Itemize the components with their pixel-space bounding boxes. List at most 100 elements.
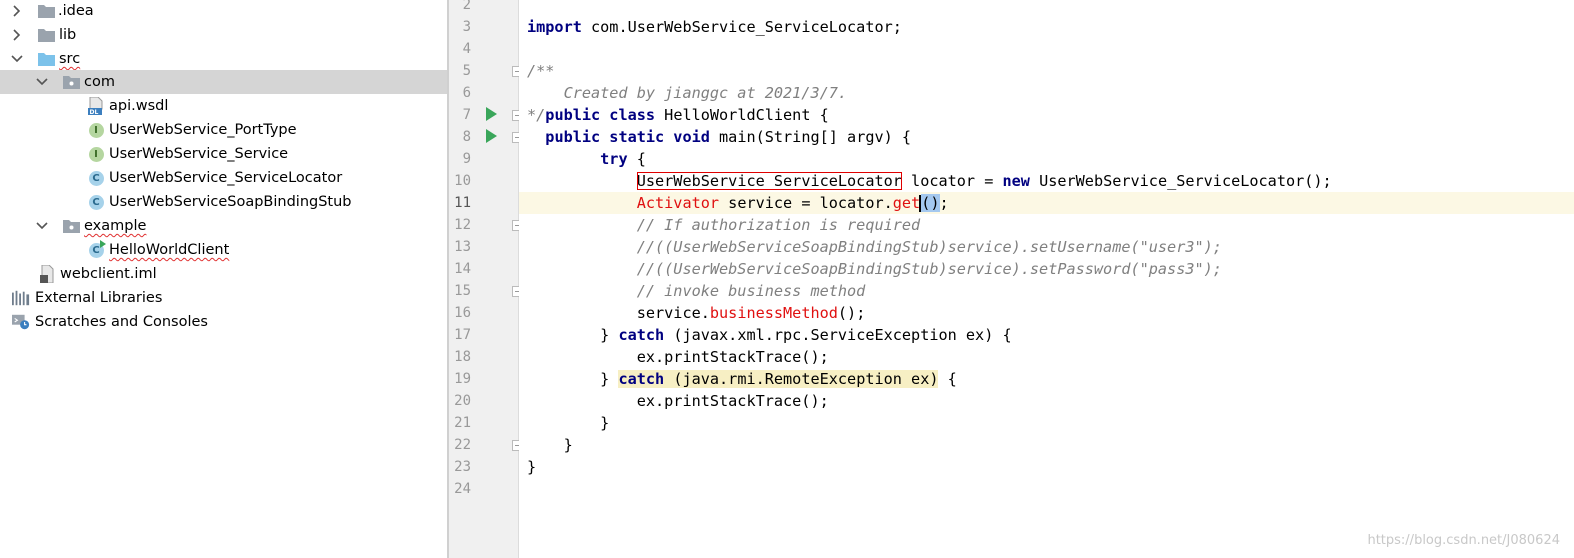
code-line-current[interactable]: Activator service = locator.get();: [519, 192, 1574, 214]
line-number[interactable]: 2: [449, 0, 471, 16]
tree-item-lib[interactable]: lib: [0, 23, 447, 47]
tree-label: com: [84, 74, 115, 90]
code-line[interactable]: service.businessMethod();: [527, 302, 1574, 324]
tree-item-com[interactable]: com: [0, 70, 447, 94]
code-comment: //((UserWebServiceSoapBindingStub)servic…: [527, 238, 1222, 256]
svg-text:DL: DL: [90, 109, 99, 115]
tree-item-api-wsdl[interactable]: DL api.wsdl: [0, 94, 447, 118]
watermark: https://blog.csdn.net/J080624: [1367, 533, 1560, 548]
line-number[interactable]: 21: [449, 412, 471, 434]
code-line[interactable]: import com.UserWebService_ServiceLocator…: [527, 16, 1574, 38]
run-class-icon[interactable]: [485, 106, 497, 121]
line-number[interactable]: 20: [449, 390, 471, 412]
tree-item-src[interactable]: src: [0, 47, 447, 71]
tree-label: idea: [62, 3, 94, 19]
libraries-icon: [12, 289, 30, 307]
tree-item-scratches[interactable]: Scratches and Consoles: [0, 310, 447, 334]
code-text: main(String[] argv) {: [709, 128, 912, 146]
code-line[interactable]: // invoke business method: [527, 280, 1574, 302]
line-number[interactable]: 22: [449, 434, 471, 456]
code-text: }: [600, 326, 619, 344]
line-number[interactable]: 17: [449, 324, 471, 346]
line-number[interactable]: 15: [449, 280, 471, 302]
code-line[interactable]: } catch (java.rmi.RemoteException ex) {: [527, 368, 1574, 390]
code-line[interactable]: // If authorization is required: [527, 214, 1574, 236]
code-line[interactable]: }: [527, 456, 1574, 478]
chevron-right-icon[interactable]: [11, 29, 23, 41]
line-number[interactable]: 12: [449, 214, 471, 236]
code-line[interactable]: /**: [527, 60, 1574, 82]
code-keyword: try: [600, 150, 628, 168]
tree-label: Scratches and Consoles: [35, 314, 208, 330]
line-number[interactable]: 3: [449, 16, 471, 38]
line-number[interactable]: 16: [449, 302, 471, 324]
tree-item-servicelocator[interactable]: C UserWebService_ServiceLocator: [0, 166, 447, 190]
line-number[interactable]: 7: [449, 104, 471, 126]
tree-item-service[interactable]: I UserWebService_Service: [0, 142, 447, 166]
tree-item-webclient-iml[interactable]: webclient.iml: [0, 262, 447, 286]
code-text: service = locator.: [719, 194, 893, 212]
code-line[interactable]: Created by jianggc at 2021/3/7.: [527, 82, 1574, 104]
line-number[interactable]: 24: [449, 478, 471, 500]
line-number[interactable]: 10: [449, 170, 471, 192]
folder-icon: [37, 2, 55, 20]
tree-item-external-libraries[interactable]: External Libraries: [0, 286, 447, 310]
tree-item-example[interactable]: example: [0, 214, 447, 238]
line-number[interactable]: 6: [449, 82, 471, 104]
matched-parens: (): [921, 194, 940, 212]
line-number[interactable]: 8: [449, 126, 471, 148]
code-line[interactable]: //((UserWebServiceSoapBindingStub)servic…: [527, 236, 1574, 258]
chevron-down-icon[interactable]: [11, 53, 23, 65]
tree-item-helloworldclient[interactable]: C HelloWorldClient: [0, 238, 447, 262]
code-line[interactable]: UserWebService_ServiceLocator locator = …: [527, 170, 1574, 192]
code-comment: // invoke business method: [527, 282, 866, 300]
line-number[interactable]: 4: [449, 38, 471, 60]
tree-label: UserWebService_Service: [109, 146, 289, 162]
tree-label: UserWebServiceSoapBindingStub: [109, 194, 352, 210]
line-number[interactable]: 19: [449, 368, 471, 390]
chevron-right-icon[interactable]: [11, 5, 23, 17]
code-line[interactable]: try {: [527, 148, 1574, 170]
code-editor[interactable]: import com.UserWebService_ServiceLocator…: [519, 0, 1574, 558]
code-line[interactable]: */public class HelloWorldClient {: [527, 104, 1574, 126]
tree-item-portype[interactable]: I UserWebService_PortType: [0, 118, 447, 142]
line-number[interactable]: 23: [449, 456, 471, 478]
line-number[interactable]: 9: [449, 148, 471, 170]
line-number[interactable]: 13: [449, 236, 471, 258]
code-line[interactable]: ex.printStackTrace();: [527, 390, 1574, 412]
code-line[interactable]: } catch (javax.xml.rpc.ServiceException …: [527, 324, 1574, 346]
code-text: ;: [939, 194, 949, 212]
run-main-icon[interactable]: [485, 128, 497, 143]
chevron-down-icon[interactable]: [36, 76, 48, 88]
line-number[interactable]: 11: [449, 192, 471, 214]
code-line[interactable]: public static void main(String[] argv) {: [527, 126, 1574, 148]
code-line[interactable]: //((UserWebServiceSoapBindingStub)servic…: [527, 258, 1574, 280]
code-line[interactable]: }: [527, 412, 1574, 434]
code-text: }: [527, 414, 610, 432]
unresolved-type: Activator: [636, 194, 720, 212]
line-number[interactable]: 5: [449, 60, 471, 82]
runnable-class-icon: C: [87, 239, 106, 259]
code-text: UserWebService_ServiceLocator();: [1029, 172, 1332, 190]
project-tree: .idea lib src com DL api.wsdl I UserWebS…: [0, 0, 447, 558]
code-comment: Created by jianggc at 2021/3/7.: [527, 84, 848, 102]
line-number[interactable]: 18: [449, 346, 471, 368]
tree-item-idea[interactable]: .idea: [0, 0, 447, 23]
code-line[interactable]: }: [527, 434, 1574, 456]
line-number[interactable]: 14: [449, 258, 471, 280]
code-text: ex.printStackTrace();: [527, 392, 829, 410]
code-comment: */: [527, 106, 546, 124]
code-keyword: public static void: [545, 128, 710, 146]
code-line[interactable]: ex.printStackTrace();: [527, 346, 1574, 368]
tree-item-stub[interactable]: C UserWebServiceSoapBindingStub: [0, 190, 447, 214]
chevron-down-icon[interactable]: [36, 220, 48, 232]
tree-label: External Libraries: [35, 290, 163, 306]
code-text: HelloWorldClient {: [655, 106, 829, 124]
code-comment: /**: [527, 62, 555, 80]
scratches-icon: [12, 313, 30, 331]
interface-icon: I: [87, 145, 105, 163]
